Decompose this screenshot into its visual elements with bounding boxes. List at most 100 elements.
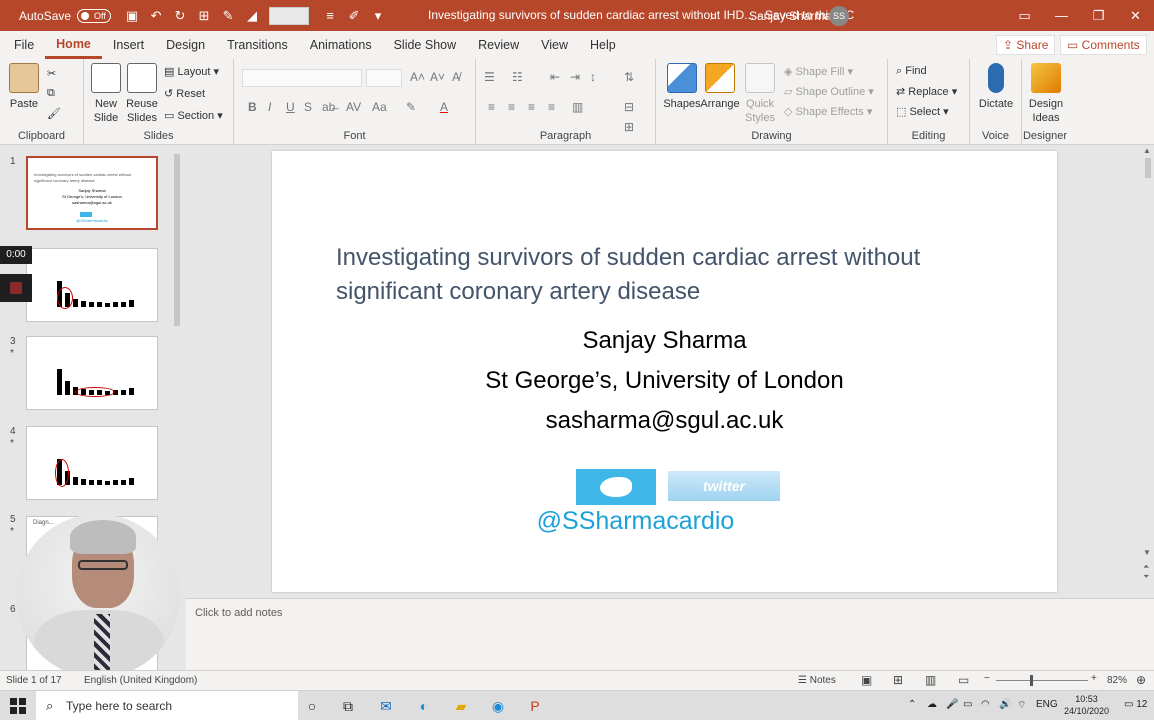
clear-format-icon[interactable]: A̸ — [452, 70, 460, 84]
align-text-icon[interactable]: ⊟ — [624, 100, 634, 114]
save-icon[interactable]: ▣ — [125, 8, 139, 24]
powerpoint-icon[interactable]: P — [526, 697, 544, 715]
zoom-in-icon[interactable]: + — [1091, 673, 1097, 684]
arrange-button[interactable]: Arrange — [700, 63, 740, 111]
paste-button[interactable]: Paste — [6, 63, 42, 111]
search-icon[interactable]: ⌕ — [710, 8, 717, 24]
zoom-level[interactable]: 82% — [1107, 675, 1127, 686]
justify-icon[interactable]: ≡ — [548, 100, 555, 114]
previous-slide-icon[interactable]: ⏶ — [1143, 562, 1149, 572]
slide-thumbnail-3[interactable] — [26, 336, 158, 410]
zoom-slider-thumb[interactable] — [1030, 675, 1033, 686]
minimize-icon[interactable]: — — [1043, 8, 1080, 23]
wifi-icon[interactable]: ⌔ — [1017, 699, 1026, 712]
normal-view-icon[interactable]: ▣ — [861, 673, 872, 687]
cortana-icon[interactable]: ○ — [303, 697, 321, 715]
scroll-up-icon[interactable]: ▲ — [1143, 146, 1151, 155]
start-icon[interactable] — [10, 698, 26, 714]
columns-icon[interactable]: ▥ — [572, 100, 583, 114]
grow-font-icon[interactable]: A˄ — [410, 70, 425, 84]
align-right-icon[interactable]: ≡ — [528, 100, 535, 114]
select-button[interactable]: ⬚ Select ▾ — [896, 105, 949, 118]
shape-outline-button[interactable]: ▱ Shape Outline ▾ — [784, 85, 874, 98]
bullets-icon[interactable]: ☰ — [484, 70, 495, 84]
shadow-icon[interactable]: S — [304, 100, 312, 114]
dictate-button[interactable]: Dictate — [976, 63, 1016, 111]
reading-view-icon[interactable]: ▥ — [925, 673, 936, 687]
slide-scrollbar[interactable]: ▲ ▼ ⏶ ⏷ — [1142, 146, 1154, 584]
comments-button[interactable]: ▭ Comments — [1060, 35, 1147, 55]
copy-icon[interactable]: ⧉ — [47, 87, 55, 100]
section-button[interactable]: ▭ Section ▾ — [164, 109, 223, 122]
notifications-icon[interactable]: ▭ 12 — [1124, 699, 1147, 710]
autosave[interactable]: AutoSave Off — [19, 8, 112, 23]
bold-icon[interactable]: B — [248, 100, 257, 114]
redo-icon[interactable]: ↻ — [173, 8, 187, 24]
highlight-icon[interactable]: ◢ — [245, 8, 259, 24]
language-indicator[interactable]: ENG — [1036, 699, 1058, 710]
onedrive-icon[interactable]: ☁ — [927, 699, 937, 710]
share-button[interactable]: ⇪ Share — [996, 35, 1056, 55]
presenter-name[interactable]: Sanjay Sharma — [272, 327, 1057, 355]
quick-styles-button[interactable]: Quick Styles — [742, 63, 778, 125]
tab-slide-show[interactable]: Slide Show — [383, 31, 468, 59]
tab-view[interactable]: View — [530, 31, 579, 59]
slide-scroll-thumb[interactable] — [1145, 158, 1151, 178]
format-painter-icon[interactable]: ✎ — [221, 8, 235, 24]
autosave-toggle[interactable]: Off — [77, 8, 112, 23]
slide-thumbnail-4[interactable] — [26, 426, 158, 500]
align-left-icon[interactable]: ≡ — [488, 100, 495, 114]
tab-home[interactable]: Home — [45, 31, 102, 59]
reset-button[interactable]: ↺ Reset — [164, 87, 205, 100]
volume-icon[interactable]: 🔊 — [999, 699, 1011, 710]
strikethrough-icon[interactable]: ab̶ — [322, 100, 335, 114]
taskbar-search[interactable]: ⌕ Type here to search — [36, 691, 298, 720]
twitter-logo[interactable]: twitter — [668, 471, 780, 501]
spacing-icon[interactable]: AV — [346, 100, 361, 114]
presenter-email[interactable]: sasharma@sgul.ac.uk — [272, 407, 1057, 435]
increase-indent-icon[interactable]: ⇥ — [570, 70, 580, 84]
main-slide[interactable]: Investigating survivors of sudden cardia… — [272, 151, 1057, 592]
app-icon[interactable]: ◉ — [489, 697, 507, 715]
undo-icon[interactable]: ↶ — [149, 8, 163, 24]
decrease-indent-icon[interactable]: ⇤ — [550, 70, 560, 84]
cut-icon[interactable]: ✂ — [47, 67, 56, 80]
tab-file[interactable]: File — [3, 31, 45, 59]
mail-icon[interactable]: ✉ — [377, 697, 395, 715]
pen-icon[interactable]: ✐ — [347, 8, 361, 24]
zoom-slider[interactable] — [996, 680, 1088, 681]
restore-icon[interactable]: ❐ — [1080, 8, 1117, 24]
slideshow-view-icon[interactable]: ▭ — [958, 673, 969, 687]
close-icon[interactable]: ✕ — [1117, 8, 1154, 24]
language-status[interactable]: English (United Kingdom) — [84, 675, 197, 686]
next-slide-icon[interactable]: ⏷ — [1143, 572, 1149, 582]
thumbnail-scroll-thumb[interactable] — [174, 154, 180, 326]
align-center-icon[interactable]: ≡ — [508, 100, 515, 114]
battery-icon[interactable]: ▭ — [963, 699, 972, 710]
tab-transitions[interactable]: Transitions — [216, 31, 299, 59]
show-hidden-icons-icon[interactable]: ⌃ — [908, 699, 916, 710]
clock[interactable]: 10:53 24/10/2020 — [1064, 693, 1109, 717]
tab-design[interactable]: Design — [155, 31, 216, 59]
shape-effects-button[interactable]: ◇ Shape Effects ▾ — [784, 105, 872, 118]
text-direction-icon[interactable]: ⇅ — [624, 70, 634, 84]
shape-fill-button[interactable]: ◈ Shape Fill ▾ — [784, 65, 853, 78]
slide-thumbnail-1[interactable]: Investigating survivors of sudden cardia… — [26, 156, 158, 230]
highlight-color-icon[interactable]: ✎ — [406, 100, 416, 114]
font-name-box[interactable] — [242, 69, 362, 87]
twitter-bird-icon[interactable] — [576, 469, 656, 505]
design-ideas-button[interactable]: Design Ideas — [1024, 63, 1068, 125]
edge-icon[interactable]: ◐ — [415, 697, 433, 715]
zoom-out-icon[interactable]: − — [984, 673, 990, 684]
notes-button[interactable]: ☰ Notes — [798, 675, 836, 686]
font-color-icon[interactable]: A — [440, 100, 448, 114]
from-beginning-icon[interactable]: ⊞ — [197, 8, 211, 24]
new-slide-button[interactable]: New Slide — [90, 63, 122, 125]
font-size-select[interactable] — [366, 69, 402, 87]
shapes-button[interactable]: Shapes — [662, 63, 702, 111]
italic-icon[interactable]: I — [268, 100, 271, 114]
tab-animations[interactable]: Animations — [299, 31, 383, 59]
format-painter-icon[interactable]: 🖌 — [47, 107, 61, 120]
font-size-box[interactable] — [269, 6, 310, 25]
ribbon-display-icon[interactable]: ▭ — [1006, 8, 1043, 24]
